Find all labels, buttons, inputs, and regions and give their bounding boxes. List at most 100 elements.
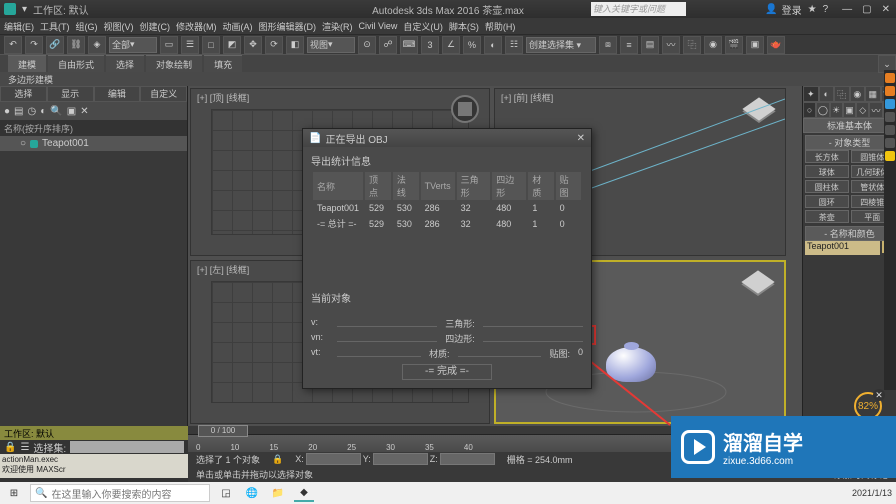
menu-modifiers[interactable]: 修改器(M) <box>176 20 217 33</box>
select-name-button[interactable]: ☰ <box>181 36 199 54</box>
ribbon-tab-object-paint[interactable]: 对象绘制 <box>146 55 202 72</box>
se-search-icon[interactable]: 🔍 <box>50 106 62 117</box>
expand-icon[interactable]: ○ <box>20 138 26 149</box>
windows-taskbar[interactable]: ⊞ 🔍 在这里输入你要搜索的内容 ◲ 🌐 📁 ◆ 2021/1/13 <box>0 482 896 504</box>
scene-explorer-header[interactable]: 名称(按升序排序) <box>0 120 187 136</box>
curve-editor-button[interactable]: 〰 <box>662 36 680 54</box>
material-editor-button[interactable]: ◉ <box>704 36 722 54</box>
snap-toggle-button[interactable]: 3 <box>421 36 439 54</box>
menu-tools[interactable]: 工具(T) <box>40 20 70 33</box>
strip-icon[interactable] <box>885 99 895 109</box>
menu-create[interactable]: 创建(C) <box>140 20 171 33</box>
schematic-button[interactable]: ⿻ <box>683 36 701 54</box>
create-cameras-button[interactable]: ▣ <box>843 102 856 118</box>
btn-cylinder[interactable]: 圆柱体 <box>805 180 849 193</box>
region-rect-button[interactable]: □ <box>202 36 220 54</box>
cmd-tab-create[interactable]: ✦ <box>803 86 819 102</box>
move-button[interactable]: ✥ <box>244 36 262 54</box>
app-task-icon[interactable]: ◆ <box>294 484 314 502</box>
dialog-close-button[interactable]: ✕ <box>577 133 585 144</box>
help-icon[interactable]: ? <box>823 4 829 15</box>
rotate-button[interactable]: ⟳ <box>265 36 283 54</box>
btn-torus[interactable]: 圆环 <box>805 195 849 208</box>
ribbon-tab-populate[interactable]: 填充 <box>204 55 242 72</box>
mirror-button[interactable]: ⧈ <box>599 36 617 54</box>
align-button[interactable]: ≡ <box>620 36 638 54</box>
menu-views[interactable]: 视图(V) <box>104 20 134 33</box>
scene-item-teapot[interactable]: ○ Teapot001 <box>0 136 187 151</box>
ribbon-tab-selection[interactable]: 选择 <box>106 55 144 72</box>
vp-top-label[interactable]: [+] [顶] [线框] <box>197 91 249 104</box>
maximize-icon[interactable]: ▢ <box>862 4 871 15</box>
undo-button[interactable]: ↶ <box>4 36 22 54</box>
pivot-button[interactable]: ⊙ <box>358 36 376 54</box>
btn-box[interactable]: 长方体 <box>805 150 849 163</box>
strip-icon[interactable] <box>885 151 895 161</box>
lp-tab-custom[interactable]: 自定义 <box>140 86 187 102</box>
favorites-icon[interactable]: ★ <box>808 4 817 15</box>
close-icon[interactable]: ✕ <box>882 4 890 15</box>
selset-lock-icon[interactable]: 🔒 <box>4 442 16 453</box>
create-geometry-button[interactable]: ○ <box>803 102 816 118</box>
menu-graph[interactable]: 图形编辑器(D) <box>259 20 317 33</box>
viewcube-persp[interactable] <box>742 268 774 300</box>
menu-dropdown-caret[interactable]: ▾ <box>22 4 27 15</box>
cmd-tab-motion[interactable]: ◉ <box>850 86 866 102</box>
ribbon-tab-freeform[interactable]: 自由形式 <box>48 55 104 72</box>
render-frame-button[interactable]: ▣ <box>746 36 764 54</box>
selset-field[interactable] <box>70 441 184 453</box>
rollout-object-type[interactable]: - 对象类型 <box>805 135 894 150</box>
task-view-button[interactable]: ◲ <box>216 484 236 502</box>
main-menu[interactable]: 编辑(E) 工具(T) 组(G) 视图(V) 创建(C) 修改器(M) 动画(A… <box>0 18 896 34</box>
se-tool2-icon[interactable]: ◐ <box>40 106 46 117</box>
minimize-icon[interactable]: — <box>842 4 852 15</box>
spinner-snap-button[interactable]: ◐ <box>484 36 502 54</box>
se-cancel-icon[interactable]: ✕ <box>80 106 88 117</box>
explorer-icon[interactable]: 📁 <box>268 484 288 502</box>
create-space-button[interactable]: 〰 <box>869 102 882 118</box>
coord-x-input[interactable] <box>306 453 361 465</box>
vp-left-label[interactable]: [+] [左] [线框] <box>197 263 249 276</box>
menu-edit[interactable]: 编辑(E) <box>4 20 34 33</box>
strip-icon[interactable] <box>885 125 895 135</box>
strip-icon[interactable] <box>885 73 895 83</box>
viewcube-top[interactable] <box>451 95 479 123</box>
rollout-name-color[interactable]: - 名称和颜色 <box>805 226 894 241</box>
menu-maxscript[interactable]: 脚本(S) <box>449 20 479 33</box>
create-helpers-button[interactable]: ◇ <box>856 102 869 118</box>
select-button[interactable]: ▭ <box>160 36 178 54</box>
angle-snap-button[interactable]: ∠ <box>442 36 460 54</box>
lp-tab-display[interactable]: 显示 <box>47 86 94 102</box>
bind-button[interactable]: ◈ <box>88 36 106 54</box>
coord-z-input[interactable] <box>440 453 495 465</box>
manipulate-button[interactable]: ☍ <box>379 36 397 54</box>
link-button[interactable]: 🔗 <box>46 36 64 54</box>
refcoord-dropdown[interactable]: 视图 ▾ <box>307 37 355 53</box>
strip-icon[interactable] <box>885 86 895 96</box>
window-crossing-button[interactable]: ◩ <box>223 36 241 54</box>
teapot-3d-object[interactable] <box>606 347 656 382</box>
se-tool1-icon[interactable]: ◷ <box>28 106 37 117</box>
object-name-field[interactable]: Teapot001 <box>805 241 880 255</box>
se-camera-icon[interactable]: ▣ <box>67 106 76 117</box>
strip-icon[interactable] <box>885 138 895 148</box>
create-category-dropdown[interactable]: 标准基本体 <box>803 118 896 133</box>
named-selection-dropdown[interactable]: 创建选择集 ▾ <box>526 37 596 53</box>
btn-sphere[interactable]: 球体 <box>805 165 849 178</box>
taskbar-time[interactable]: 2021/1/13 <box>852 488 892 498</box>
workspace-label[interactable]: 工作区: 默认 <box>33 2 89 17</box>
layers-button[interactable]: ▤ <box>641 36 659 54</box>
maxscript-listener[interactable]: actionMan.exec 欢迎使用 MAXScr <box>0 454 188 478</box>
menu-render[interactable]: 渲染(R) <box>322 20 353 33</box>
redo-button[interactable]: ↷ <box>25 36 43 54</box>
coord-y-input[interactable] <box>373 453 428 465</box>
time-marker[interactable]: 0 / 100 <box>198 425 248 437</box>
unlink-button[interactable]: ⛓ <box>67 36 85 54</box>
render-setup-button[interactable]: 🎬 <box>725 36 743 54</box>
btn-teapot[interactable]: 茶壶 <box>805 210 849 223</box>
selection-filter-dropdown[interactable]: 全部 ▾ <box>109 37 157 53</box>
help-search-input[interactable]: 键入关键字或问题 <box>591 2 686 16</box>
menu-group[interactable]: 组(G) <box>76 20 98 33</box>
lock-selection-icon[interactable]: 🔒 <box>272 454 283 465</box>
se-refresh-icon[interactable]: ● <box>4 106 10 117</box>
